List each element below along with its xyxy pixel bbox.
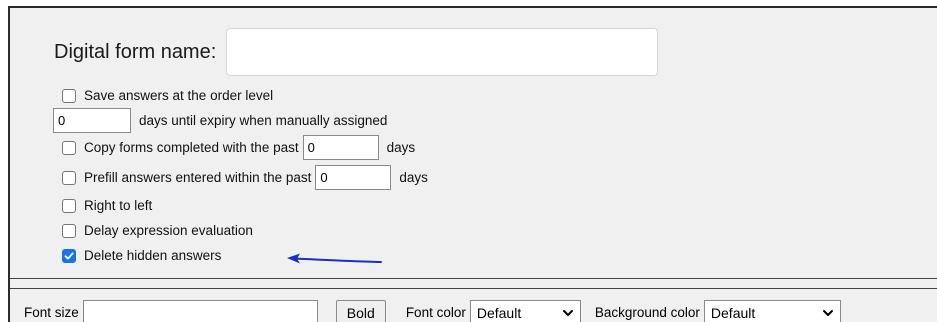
chevron-down-icon <box>822 309 833 316</box>
save-answers-label: Save answers at the order level <box>84 88 274 103</box>
form-name-row: Digital form name: <box>54 28 659 76</box>
background-color-value: Default <box>710 304 756 321</box>
bold-button[interactable]: Bold <box>335 300 386 322</box>
format-toolbar: Font size Bold Font color Default Backgr… <box>24 300 841 322</box>
copy-forms-checkbox[interactable] <box>62 140 76 155</box>
right-to-left-checkbox[interactable] <box>62 198 76 213</box>
option-prefill-answers: Prefill answers entered within the past … <box>62 165 428 190</box>
delete-hidden-label: Delete hidden answers <box>84 248 222 263</box>
delete-hidden-checkbox[interactable] <box>62 248 76 263</box>
prefill-label: Prefill answers entered within the past <box>84 170 312 185</box>
option-copy-forms: Copy forms completed with the past days <box>62 135 415 160</box>
font-size-label: Font size <box>24 305 79 320</box>
background-color-label: Background color <box>594 305 700 320</box>
font-color-select[interactable]: Default <box>469 300 581 322</box>
copy-forms-label: Copy forms completed with the past <box>84 140 299 155</box>
chevron-down-icon <box>562 309 573 316</box>
form-name-input[interactable] <box>226 28 659 76</box>
option-expiry-days: days until expiry when manually assigned <box>53 108 387 133</box>
delay-expression-checkbox[interactable] <box>62 223 76 238</box>
option-save-answers-order-level[interactable]: Save answers at the order level <box>62 88 273 103</box>
font-size-input[interactable] <box>82 300 318 322</box>
form-settings-panel: Digital form name: Save answers at the o… <box>10 8 937 278</box>
copy-forms-days-input[interactable] <box>302 135 379 160</box>
form-settings-frame: Digital form name: Save answers at the o… <box>8 6 937 322</box>
option-delete-hidden-answers[interactable]: Delete hidden answers <box>62 248 221 263</box>
expiry-days-input[interactable] <box>53 108 131 133</box>
expiry-days-label: days until expiry when manually assigned <box>139 113 388 128</box>
copy-forms-days-suffix: days <box>386 140 416 155</box>
prefill-days-suffix: days <box>399 170 428 185</box>
right-to-left-label: Right to left <box>84 198 153 213</box>
font-color-label: Font color <box>405 305 466 320</box>
save-answers-checkbox[interactable] <box>62 88 76 103</box>
delay-expression-label: Delay expression evaluation <box>84 223 253 238</box>
prefill-days-input[interactable] <box>315 165 392 190</box>
checkmark-icon <box>64 252 74 259</box>
background-color-select[interactable]: Default <box>703 300 841 322</box>
annotation-arrow-icon <box>287 253 382 264</box>
option-right-to-left[interactable]: Right to left <box>62 198 152 213</box>
section-divider-top <box>10 278 937 279</box>
option-delay-expression[interactable]: Delay expression evaluation <box>62 223 253 238</box>
form-name-label: Digital form name: <box>54 40 217 63</box>
prefill-checkbox[interactable] <box>62 170 76 185</box>
font-color-value: Default <box>476 304 522 321</box>
section-divider-bottom <box>10 288 937 289</box>
